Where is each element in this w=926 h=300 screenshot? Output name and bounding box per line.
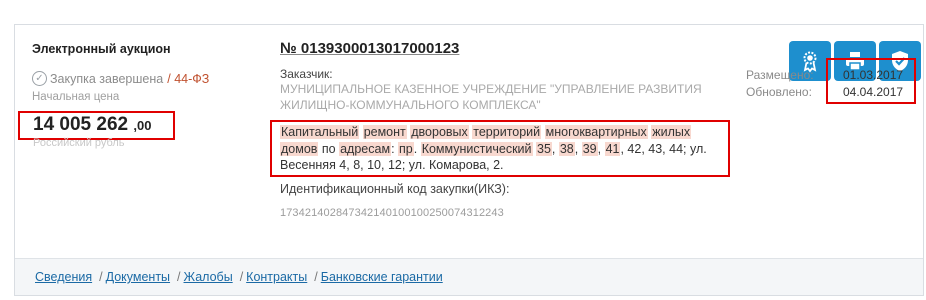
highlighted-term: 35 xyxy=(536,141,552,156)
ikz-label: Идентификационный код закупки(ИКЗ): xyxy=(280,182,510,196)
link-complaints[interactable]: Жалобы xyxy=(184,270,233,284)
subject-text: , xyxy=(597,141,605,156)
customer-name: МУНИЦИПАЛЬНОЕ КАЗЕННОЕ УЧРЕЖДЕНИЕ "УПРАВ… xyxy=(280,82,702,112)
updated-date: 04.04.2017 xyxy=(843,85,904,99)
updated-label: Обновлено: xyxy=(746,85,812,99)
ikz-value: 173421402847342140100100250074312243 xyxy=(280,207,504,219)
status-text: Закупка завершена xyxy=(50,71,164,86)
subject-text: по xyxy=(318,141,340,156)
customer-label: Заказчик: xyxy=(280,67,333,81)
link-details[interactable]: Сведения xyxy=(35,270,92,284)
dates-values: 01.03.2017 04.04.2017 xyxy=(843,67,903,101)
law-text: 44-ФЗ xyxy=(174,71,210,86)
price-main: 14 005 262 xyxy=(33,114,129,135)
link-documents[interactable]: Документы xyxy=(106,270,170,284)
procurement-summary: Электронный аукцион ✓ Закупка завершена … xyxy=(32,42,252,103)
procurement-number-link[interactable]: № 0139300013017000123 xyxy=(280,40,459,57)
procurement-type: Электронный аукцион xyxy=(32,42,171,56)
dates-labels: Размещено: Обновлено: xyxy=(746,67,814,101)
subject-text: : xyxy=(391,141,399,156)
highlighted-term: Коммунистический xyxy=(420,141,533,156)
initial-price: 14 005 262 ,00 xyxy=(33,114,151,136)
link-separator: / xyxy=(314,270,318,284)
subject-text: . xyxy=(413,141,421,156)
subject-text: , xyxy=(574,141,582,156)
link-separator: / xyxy=(177,270,181,284)
highlighted-term: дворовых xyxy=(410,125,469,139)
procurement-subject: Капитальный ремонт дворовых территорий м… xyxy=(280,124,725,174)
subject-text: , xyxy=(551,141,559,156)
currency-label: Российский рубль xyxy=(33,137,125,149)
highlighted-term: домов xyxy=(280,141,319,156)
law-badge: / 44-ФЗ xyxy=(167,71,210,86)
check-circle-icon: ✓ xyxy=(32,71,47,86)
posted-date: 01.03.2017 xyxy=(843,68,904,82)
link-separator: / xyxy=(99,270,103,284)
highlighted-term: 39 xyxy=(581,141,598,156)
highlighted-term: 41 xyxy=(604,141,621,156)
procurement-details: № 0139300013017000123 Заказчик: МУНИЦИПА… xyxy=(280,40,730,113)
highlighted-term: Капитальный xyxy=(280,125,360,139)
price-label: Начальная цена xyxy=(32,91,120,103)
price-cents: ,00 xyxy=(133,118,152,133)
procurement-status: ✓ Закупка завершена / 44-ФЗ xyxy=(32,71,252,86)
highlighted-term: многоквартирных xyxy=(544,125,648,139)
card-footer-links: Сведения / Документы / Жалобы / Контракт… xyxy=(15,258,923,295)
highlighted-term: адресам xyxy=(339,141,392,156)
highlighted-term: 38 xyxy=(558,141,575,156)
link-separator: / xyxy=(239,270,244,284)
link-bank-guarantees[interactable]: Банковские гарантии xyxy=(321,270,443,284)
highlighted-term: территорий xyxy=(472,125,542,139)
link-contracts[interactable]: Контракты xyxy=(246,270,307,284)
posted-label: Размещено: xyxy=(746,68,814,82)
highlighted-term: жилых xyxy=(651,125,692,139)
highlighted-term: ремонт xyxy=(362,125,407,139)
highlighted-term: пр xyxy=(398,141,414,156)
